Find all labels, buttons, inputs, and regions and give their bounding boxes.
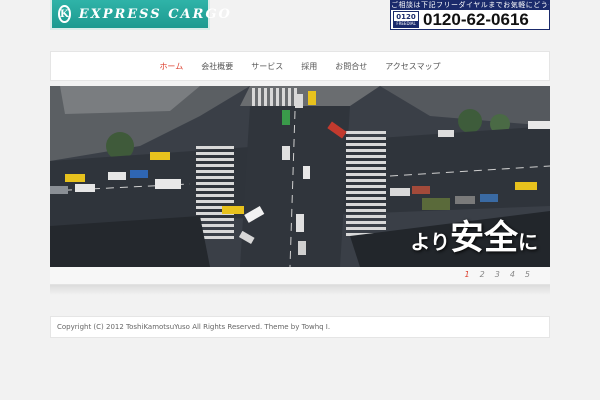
pager-4[interactable]: 4 — [510, 270, 515, 279]
nav-item-contact[interactable]: お問合せ — [335, 61, 367, 72]
phone-number: 0120-62-0616 — [423, 9, 529, 29]
slider-pager: 1 2 3 4 5 — [465, 270, 530, 279]
logo-text: EXPRESS CARGO — [78, 6, 232, 22]
slider-pager-bar: 1 2 3 4 5 — [50, 267, 550, 285]
hero-slider[interactable]: より安全に — [50, 86, 550, 267]
nav-item-recruit[interactable]: 採用 — [301, 61, 317, 72]
pager-3[interactable]: 3 — [495, 270, 500, 279]
slider-shadow — [50, 285, 550, 295]
pager-1[interactable]: 1 — [465, 270, 470, 279]
nav-item-company[interactable]: 会社概要 — [201, 61, 233, 72]
freedial-icon: 0120 FREEDIAL — [393, 11, 419, 28]
caption-yori: より — [410, 230, 450, 254]
logo-emblem-icon: K — [58, 5, 71, 23]
footer: Copyright (C) 2012 ToshiKamotsuYuso All … — [50, 316, 550, 338]
nav-item-access-map[interactable]: アクセスマップ — [385, 61, 440, 72]
phone-banner[interactable]: ご相談は下記フリーダイヤルまでお気軽にどうぞ! 0120 FREEDIAL 01… — [390, 0, 550, 30]
pager-5[interactable]: 5 — [525, 270, 530, 279]
nav-item-services[interactable]: サービス — [251, 61, 283, 72]
freedial-label: FREEDIAL — [394, 20, 418, 27]
nav-item-home[interactable]: ホーム — [159, 61, 183, 72]
freedial-number: 0120 — [396, 12, 416, 21]
main-nav: ホーム 会社概要 サービス 採用 お問合せ アクセスマップ — [50, 51, 550, 81]
footer-copyright: Copyright (C) 2012 ToshiKamotsuYuso All … — [57, 323, 331, 331]
site-logo[interactable]: K EXPRESS CARGO — [50, 0, 230, 30]
pager-2[interactable]: 2 — [480, 270, 485, 279]
caption-ni: に — [518, 230, 538, 254]
slider-caption: より安全に — [410, 210, 538, 259]
caption-anzen: 安全 — [450, 218, 518, 258]
